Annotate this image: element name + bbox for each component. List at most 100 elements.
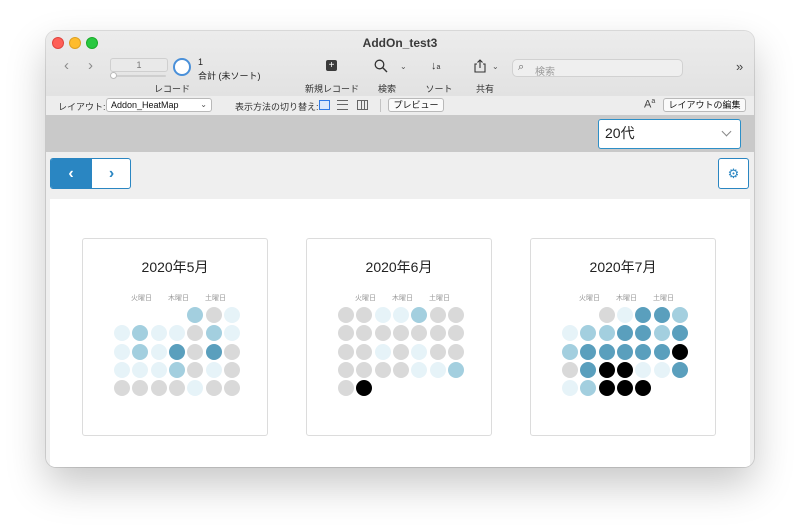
- heatmap-day-cell[interactable]: [392, 325, 409, 342]
- current-record-field[interactable]: 1: [110, 58, 168, 72]
- heatmap-day-cell[interactable]: [187, 361, 204, 378]
- sort-button[interactable]: ソート: [424, 82, 454, 95]
- heatmap-day-cell[interactable]: [635, 325, 652, 342]
- heatmap-day-cell[interactable]: [447, 361, 464, 378]
- heatmap-day-cell[interactable]: [635, 307, 652, 323]
- heatmap-day-cell[interactable]: [616, 307, 633, 323]
- heatmap-day-cell[interactable]: [635, 361, 652, 378]
- heatmap-day-cell[interactable]: [132, 343, 149, 360]
- heatmap-day-cell[interactable]: [223, 361, 240, 378]
- table-view-icon[interactable]: [357, 100, 368, 110]
- heatmap-day-cell[interactable]: [580, 361, 597, 378]
- heatmap-day-cell[interactable]: [447, 325, 464, 342]
- heatmap-day-cell[interactable]: [562, 343, 578, 360]
- heatmap-day-cell[interactable]: [671, 343, 688, 360]
- heatmap-day-cell[interactable]: [114, 380, 130, 397]
- heatmap-day-cell[interactable]: [392, 307, 409, 323]
- heatmap-day-cell[interactable]: [411, 325, 428, 342]
- heatmap-day-cell[interactable]: [562, 361, 578, 378]
- new-record-button[interactable]: 新規レコード: [302, 82, 362, 95]
- find-menu-chevron-icon[interactable]: ⌄: [400, 62, 407, 71]
- heatmap-day-cell[interactable]: [205, 343, 222, 360]
- heatmap-day-cell[interactable]: [653, 307, 670, 323]
- heatmap-day-cell[interactable]: [653, 343, 670, 360]
- next-record-icon[interactable]: ›: [88, 58, 93, 73]
- heatmap-day-cell[interactable]: [598, 380, 615, 397]
- heatmap-day-cell[interactable]: [562, 325, 578, 342]
- heatmap-day-cell[interactable]: [205, 325, 222, 342]
- heatmap-day-cell[interactable]: [338, 307, 354, 323]
- heatmap-day-cell[interactable]: [580, 380, 597, 397]
- list-view-icon[interactable]: [337, 100, 348, 110]
- heatmap-day-cell[interactable]: [356, 307, 373, 323]
- heatmap-day-cell[interactable]: [205, 307, 222, 323]
- share-button[interactable]: 共有: [470, 82, 500, 95]
- heatmap-day-cell[interactable]: [114, 361, 130, 378]
- heatmap-day-cell[interactable]: [374, 343, 391, 360]
- heatmap-day-cell[interactable]: [598, 307, 615, 323]
- heatmap-day-cell[interactable]: [132, 361, 149, 378]
- layout-select[interactable]: Addon_HeatMap ⌄: [106, 98, 212, 112]
- heatmap-day-cell[interactable]: [429, 343, 446, 360]
- new-record-icon[interactable]: +: [326, 60, 337, 71]
- record-slider-track[interactable]: [110, 75, 166, 77]
- heatmap-day-cell[interactable]: [223, 307, 240, 323]
- heatmap-day-cell[interactable]: [205, 361, 222, 378]
- heatmap-day-cell[interactable]: [187, 325, 204, 342]
- heatmap-day-cell[interactable]: [132, 325, 149, 342]
- form-view-icon[interactable]: [319, 100, 330, 110]
- settings-button[interactable]: ⚙: [718, 158, 749, 189]
- heatmap-day-cell[interactable]: [429, 325, 446, 342]
- heatmap-day-cell[interactable]: [223, 380, 240, 397]
- age-group-select[interactable]: 20代: [598, 119, 741, 149]
- heatmap-day-cell[interactable]: [338, 380, 354, 397]
- share-menu-chevron-icon[interactable]: ⌄: [492, 62, 499, 71]
- text-format-icon[interactable]: Aa: [644, 98, 655, 111]
- heatmap-day-cell[interactable]: [205, 380, 222, 397]
- heatmap-day-cell[interactable]: [374, 325, 391, 342]
- heatmap-day-cell[interactable]: [187, 307, 204, 323]
- heatmap-day-cell[interactable]: [168, 343, 185, 360]
- preview-button[interactable]: プレビュー: [388, 98, 444, 112]
- heatmap-day-cell[interactable]: [671, 325, 688, 342]
- heatmap-day-cell[interactable]: [598, 325, 615, 342]
- heatmap-day-cell[interactable]: [671, 307, 688, 323]
- heatmap-day-cell[interactable]: [168, 325, 185, 342]
- heatmap-day-cell[interactable]: [411, 343, 428, 360]
- heatmap-day-cell[interactable]: [580, 343, 597, 360]
- heatmap-day-cell[interactable]: [392, 343, 409, 360]
- heatmap-day-cell[interactable]: [447, 343, 464, 360]
- find-icon[interactable]: [374, 59, 388, 76]
- heatmap-day-cell[interactable]: [114, 343, 130, 360]
- search-field[interactable]: ⌕ 検索: [512, 59, 683, 78]
- heatmap-day-cell[interactable]: [635, 343, 652, 360]
- sort-icon[interactable]: ↓a: [431, 59, 440, 75]
- heatmap-day-cell[interactable]: [411, 307, 428, 323]
- heatmap-day-cell[interactable]: [223, 343, 240, 360]
- heatmap-day-cell[interactable]: [616, 325, 633, 342]
- heatmap-day-cell[interactable]: [356, 343, 373, 360]
- heatmap-day-cell[interactable]: [132, 380, 149, 397]
- heatmap-day-cell[interactable]: [150, 380, 167, 397]
- heatmap-day-cell[interactable]: [187, 343, 204, 360]
- toolbar-overflow-icon[interactable]: »: [736, 59, 743, 74]
- previous-month-button[interactable]: ‹: [51, 159, 91, 188]
- heatmap-day-cell[interactable]: [411, 361, 428, 378]
- heatmap-day-cell[interactable]: [223, 325, 240, 342]
- heatmap-day-cell[interactable]: [653, 325, 670, 342]
- heatmap-day-cell[interactable]: [150, 325, 167, 342]
- heatmap-day-cell[interactable]: [338, 361, 354, 378]
- heatmap-day-cell[interactable]: [616, 343, 633, 360]
- heatmap-day-cell[interactable]: [392, 361, 409, 378]
- heatmap-day-cell[interactable]: [671, 361, 688, 378]
- next-month-button[interactable]: ›: [91, 159, 130, 188]
- heatmap-day-cell[interactable]: [356, 361, 373, 378]
- heatmap-day-cell[interactable]: [168, 380, 185, 397]
- heatmap-day-cell[interactable]: [429, 361, 446, 378]
- heatmap-day-cell[interactable]: [150, 361, 167, 378]
- share-icon[interactable]: [474, 59, 486, 76]
- heatmap-day-cell[interactable]: [168, 361, 185, 378]
- heatmap-day-cell[interactable]: [616, 361, 633, 378]
- find-button[interactable]: 検索: [372, 82, 402, 95]
- heatmap-day-cell[interactable]: [374, 361, 391, 378]
